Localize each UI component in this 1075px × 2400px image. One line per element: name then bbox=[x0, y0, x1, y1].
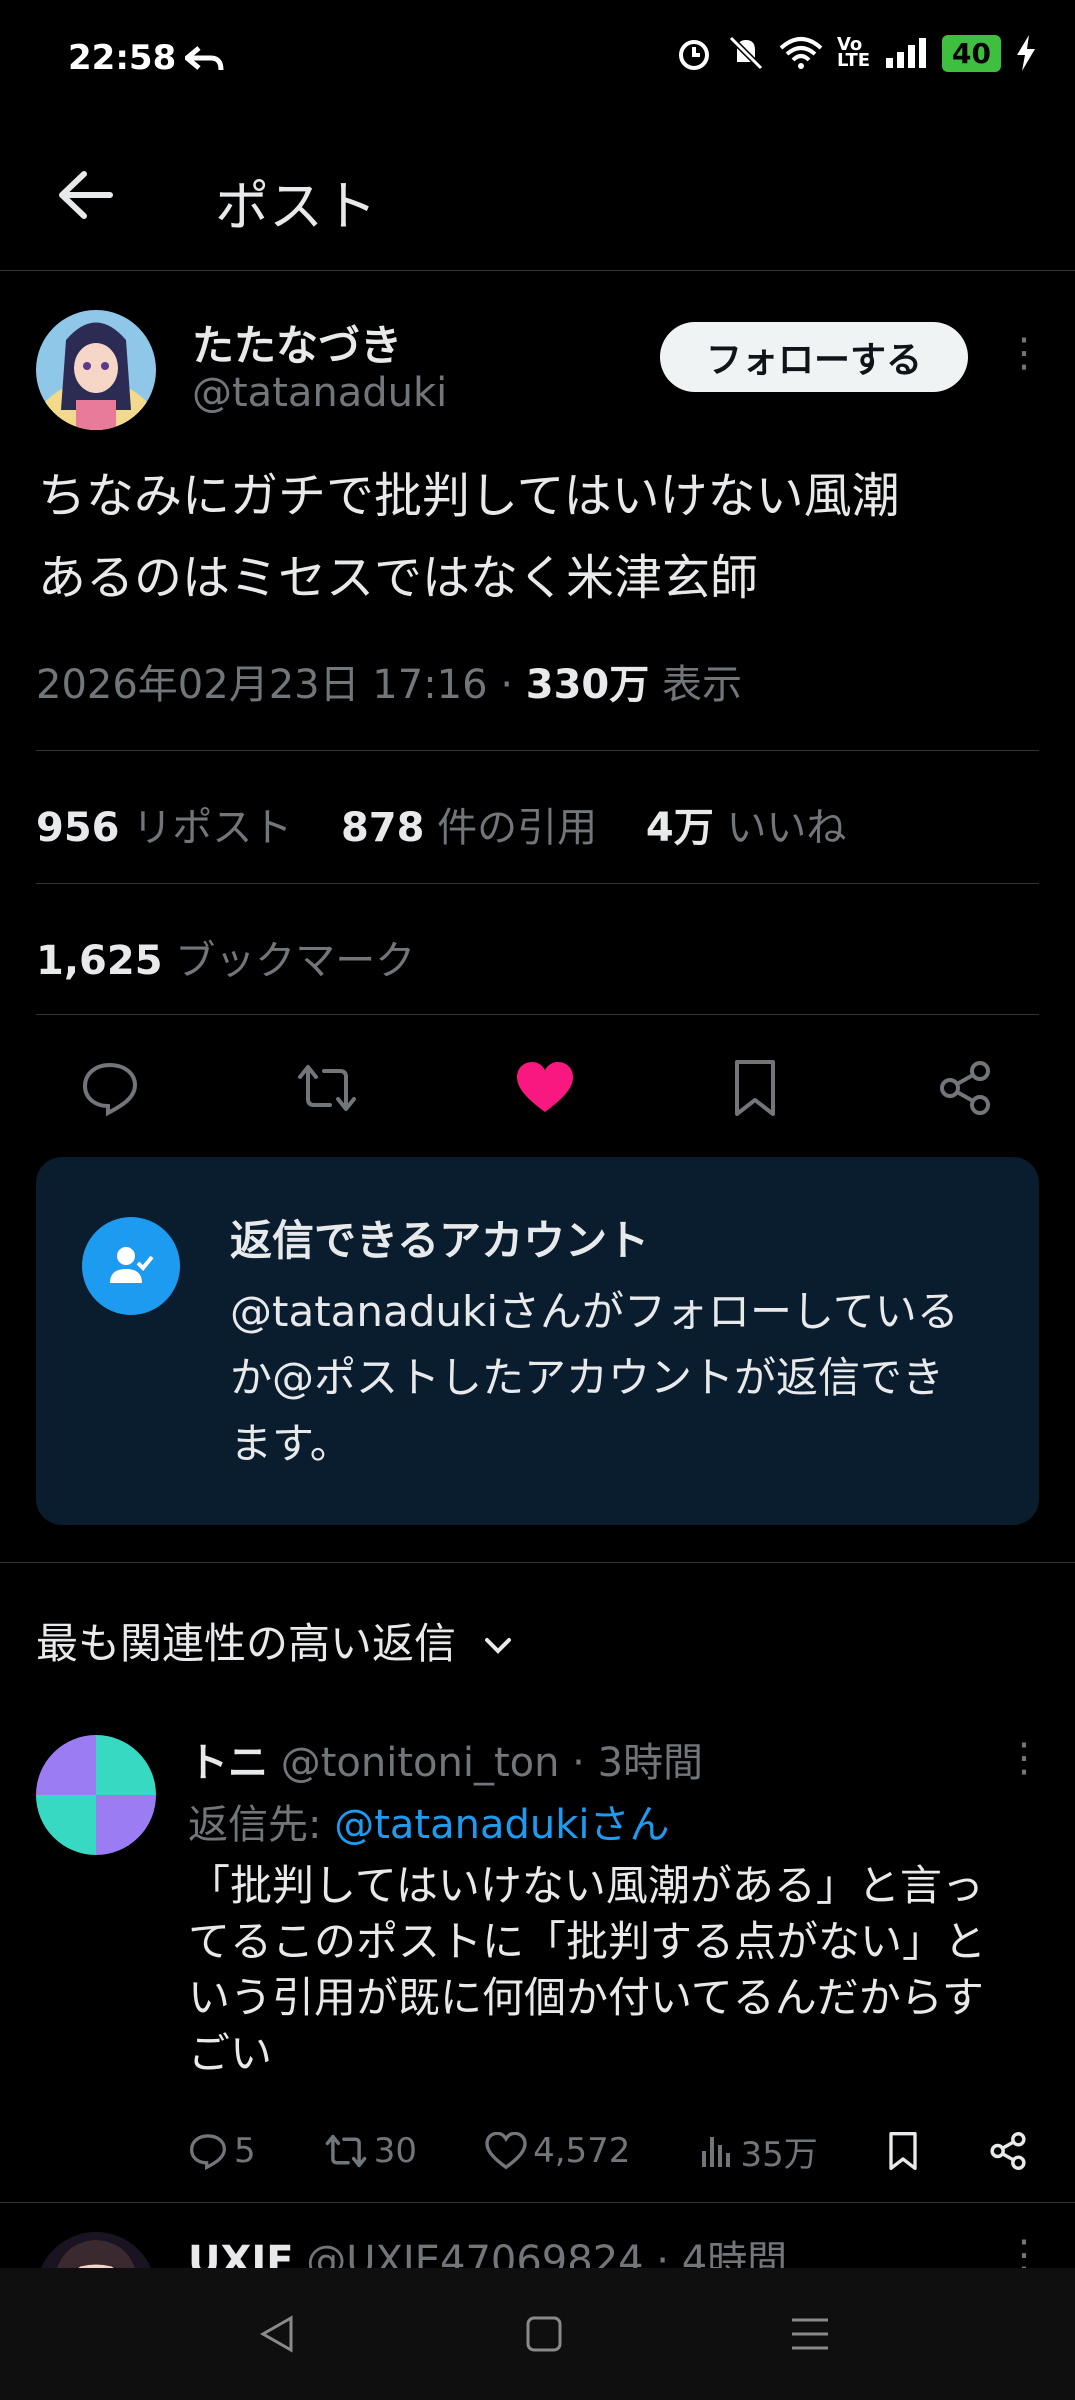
reply-avatar[interactable] bbox=[36, 1735, 156, 1855]
status-icons: Vo LTE 40 bbox=[675, 34, 1037, 72]
reply-text-line: いう引用が既に何個か付いてるんだからす bbox=[188, 1973, 984, 2022]
divider bbox=[36, 883, 1039, 884]
views-label: 表示 bbox=[661, 662, 742, 708]
reply-reposts-count: 30 bbox=[373, 2131, 417, 2171]
likes-label: いいね bbox=[726, 805, 847, 851]
reply-action-bar: 5 30 4,572 35万 bbox=[188, 2126, 1028, 2176]
author-avatar[interactable] bbox=[36, 310, 156, 430]
chevron-down-icon bbox=[485, 1638, 512, 1654]
bookmark-icon bbox=[889, 2132, 917, 2170]
status-time: 22:58 bbox=[68, 38, 177, 78]
repost-icon[interactable] bbox=[296, 1059, 358, 1117]
quotes-stat[interactable]: 878 件の引用 bbox=[341, 805, 597, 851]
reply-text-line: てるこのポストに「批判する点がない」と bbox=[188, 1917, 987, 1966]
reply-replies-count: 5 bbox=[234, 2131, 256, 2171]
heart-icon[interactable] bbox=[515, 1060, 575, 1116]
nav-home-icon[interactable] bbox=[522, 2312, 566, 2356]
restriction-body: @tatanadukiさんがフォローしている か@ポストしたアカウントが返信でき… bbox=[230, 1279, 1010, 1477]
reply-sort-selector[interactable]: 最も関連性の高い返信 bbox=[36, 1610, 515, 1671]
reply-text-line: ごい bbox=[188, 2029, 273, 2078]
battery-level: 40 bbox=[942, 34, 1001, 72]
bookmark-icon[interactable] bbox=[731, 1058, 779, 1118]
back-arrow-icon[interactable] bbox=[50, 160, 120, 230]
restriction-line: @tatanadukiさんがフォローしている bbox=[230, 1287, 959, 1336]
reply-display-name[interactable]: トニ bbox=[188, 1740, 268, 1786]
reposts-stat[interactable]: 956 リポスト bbox=[36, 805, 292, 851]
post-text: ちなみにガチで批判してはいけない風潮 あるのはミセスではなく米津玄師 bbox=[38, 455, 1038, 619]
bookmarks-stat[interactable]: 1,625 ブックマーク bbox=[36, 928, 415, 986]
reply-handle-time[interactable]: @tonitoni_ton · 3時間 bbox=[281, 1740, 703, 1786]
reply-arrow-status-icon bbox=[185, 46, 224, 71]
divider bbox=[0, 1562, 1075, 1563]
add-user-icon bbox=[82, 1217, 180, 1315]
quotes-label: 件の引用 bbox=[437, 805, 598, 851]
wifi-icon bbox=[779, 37, 823, 69]
reply-repost-button[interactable]: 30 bbox=[324, 2131, 417, 2171]
more-icon[interactable]: ⋮ bbox=[1004, 1735, 1044, 1781]
volte-icon: Vo LTE bbox=[836, 34, 871, 71]
alarm-icon bbox=[678, 40, 709, 70]
restriction-line: ます。 bbox=[230, 1419, 352, 1468]
signal-icon bbox=[886, 38, 927, 68]
author-display-name[interactable]: たたなづき bbox=[192, 312, 402, 373]
reply-to: 返信先: @tatanadukiさん bbox=[188, 1792, 669, 1850]
post-meta: 2026年02月23日 17:16 · 330万 表示 bbox=[36, 662, 742, 708]
follow-button[interactable]: フォローする bbox=[660, 322, 968, 392]
system-nav-bar bbox=[0, 2268, 1075, 2400]
quotes-count: 878 bbox=[340, 805, 425, 851]
views-icon bbox=[701, 2137, 730, 2167]
reply-views-count: 35万 bbox=[740, 2134, 818, 2175]
heart-icon bbox=[485, 2132, 527, 2170]
reply-reply-button[interactable]: 5 bbox=[188, 2131, 256, 2171]
page-title: ポスト bbox=[215, 175, 377, 238]
reply-to-handle[interactable]: @tatanadukiさん bbox=[334, 1802, 669, 1848]
repost-icon bbox=[325, 2134, 367, 2168]
reply-icon bbox=[189, 2134, 227, 2170]
reply-likes-count: 4,572 bbox=[533, 2131, 631, 2171]
likes-stat[interactable]: 4万 いいね bbox=[646, 805, 847, 851]
reply-to-prefix: 返信先: bbox=[188, 1802, 335, 1848]
bookmarks-label: ブックマーク bbox=[175, 938, 416, 984]
post-action-bar bbox=[36, 1050, 1039, 1125]
charging-icon bbox=[1017, 35, 1035, 71]
share-icon[interactable] bbox=[936, 1059, 994, 1117]
nav-back-icon[interactable] bbox=[255, 2312, 299, 2356]
sort-label: 最も関連性の高い返信 bbox=[36, 1619, 457, 1668]
reply-share-button[interactable] bbox=[988, 2131, 1028, 2171]
restriction-line: か@ポストしたアカウントが返信でき bbox=[230, 1353, 945, 1402]
divider bbox=[0, 2202, 1075, 2203]
nav-recents-icon[interactable] bbox=[788, 2312, 832, 2356]
post-text-line: あるのはミセスではなく米津玄師 bbox=[38, 550, 759, 606]
more-icon[interactable]: ⋮ bbox=[1004, 330, 1044, 376]
reply-views[interactable]: 35万 bbox=[699, 2127, 818, 2176]
reposts-count: 956 bbox=[36, 805, 120, 851]
top-bar: ポスト bbox=[0, 130, 1075, 271]
reply-text-line: 「批判してはいけない風潮がある」と言っ bbox=[188, 1861, 984, 1910]
reply-text: 「批判してはいけない風潮がある」と言っ てるこのポストに「批判する点がない」と … bbox=[188, 1858, 1048, 2082]
mute-icon bbox=[728, 35, 764, 71]
reply-header: トニ @tonitoni_ton · 3時間 bbox=[188, 1730, 703, 1788]
reply-avatar-image bbox=[36, 1735, 156, 1855]
reply-bookmark-button[interactable] bbox=[886, 2131, 920, 2171]
divider bbox=[36, 750, 1039, 751]
engagement-stats: 956 リポスト 878 件の引用 4万 いいね bbox=[36, 795, 846, 853]
author-avatar-image bbox=[36, 310, 156, 430]
status-bar: 22:58 Vo LTE 40 bbox=[0, 0, 1075, 120]
divider bbox=[36, 1014, 1039, 1015]
reposts-label: リポスト bbox=[132, 805, 293, 851]
restriction-title: 返信できるアカウント bbox=[230, 1216, 650, 1265]
post-timestamp[interactable]: 2026年02月23日 17:16 bbox=[36, 662, 488, 708]
post-text-line: ちなみにガチで批判してはいけない風潮 bbox=[38, 468, 900, 524]
reply-restriction-card: 返信できるアカウント @tatanadukiさんがフォローしている か@ポストし… bbox=[36, 1157, 1039, 1525]
reply-icon[interactable] bbox=[81, 1059, 139, 1117]
views-count: 330万 bbox=[525, 662, 650, 708]
share-icon bbox=[990, 2132, 1026, 2170]
author-handle[interactable]: @tatanaduki bbox=[192, 370, 447, 416]
likes-count: 4万 bbox=[645, 805, 714, 851]
bookmarks-count: 1,625 bbox=[36, 938, 163, 984]
reply-like-button[interactable]: 4,572 bbox=[485, 2131, 630, 2171]
